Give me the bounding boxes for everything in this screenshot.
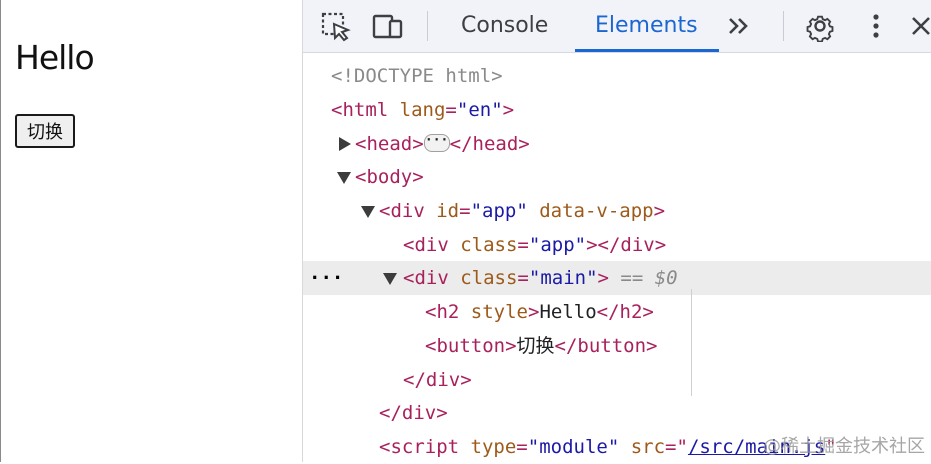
collapsed-children-icon[interactable]: ··· — [423, 133, 450, 152]
collapse-arrow-icon[interactable] — [361, 206, 375, 218]
devtools-toolbar: Console Elements — [303, 0, 931, 53]
toolbar-separator — [427, 11, 428, 41]
device-toolbar-icon[interactable] — [371, 10, 405, 42]
active-tab-indicator — [575, 49, 719, 52]
indent-guide — [691, 289, 692, 396]
expand-arrow-icon[interactable] — [339, 137, 351, 151]
close-icon[interactable] — [905, 10, 931, 42]
settings-gear-icon[interactable] — [803, 10, 837, 43]
dom-tree: <!DOCTYPE html> <html lang="en"> <head>·… — [303, 53, 931, 462]
tab-elements[interactable]: Elements — [595, 0, 698, 52]
page-preview: Hello 切换 — [0, 0, 303, 462]
dom-node-div-app[interactable]: <div id="app" data-v-app> — [303, 194, 931, 228]
kebab-menu-icon[interactable] — [859, 10, 893, 42]
dom-node-h2[interactable]: <h2 style>Hello</h2> — [303, 295, 931, 329]
dom-node-head[interactable]: <head>···</head> — [303, 127, 931, 161]
more-tabs-icon[interactable] — [723, 10, 757, 42]
watermark: @稀土掘金技术社区 — [763, 436, 925, 457]
dom-node-div-app-close[interactable]: </div> — [303, 396, 931, 430]
toolbar-separator — [783, 11, 784, 41]
page-heading: Hello — [15, 38, 95, 77]
tab-console[interactable]: Console — [461, 0, 548, 52]
dom-node-div-class-app[interactable]: <div class="app"></div> — [303, 228, 931, 262]
collapse-arrow-icon[interactable] — [337, 172, 351, 184]
dom-node-div-main-close[interactable]: </div> — [303, 363, 931, 397]
inspect-element-icon[interactable] — [319, 10, 353, 42]
dom-node-doctype[interactable]: <!DOCTYPE html> — [303, 59, 931, 93]
selected-node-marker: == $0 — [620, 267, 678, 289]
dom-node-body[interactable]: <body> — [303, 160, 931, 194]
collapse-arrow-icon[interactable] — [383, 273, 397, 285]
toggle-button[interactable]: 切换 — [15, 114, 75, 148]
dom-node-button[interactable]: <button>切换</button> — [303, 329, 931, 363]
row-actions-icon[interactable]: ··· — [309, 261, 343, 295]
devtools-panel: Console Elements <!DOCTYPE html> <html l… — [303, 0, 931, 462]
dom-node-div-main-selected[interactable]: ··· <div class="main"> == $0 — [303, 261, 931, 295]
dom-node-html[interactable]: <html lang="en"> — [303, 93, 931, 127]
